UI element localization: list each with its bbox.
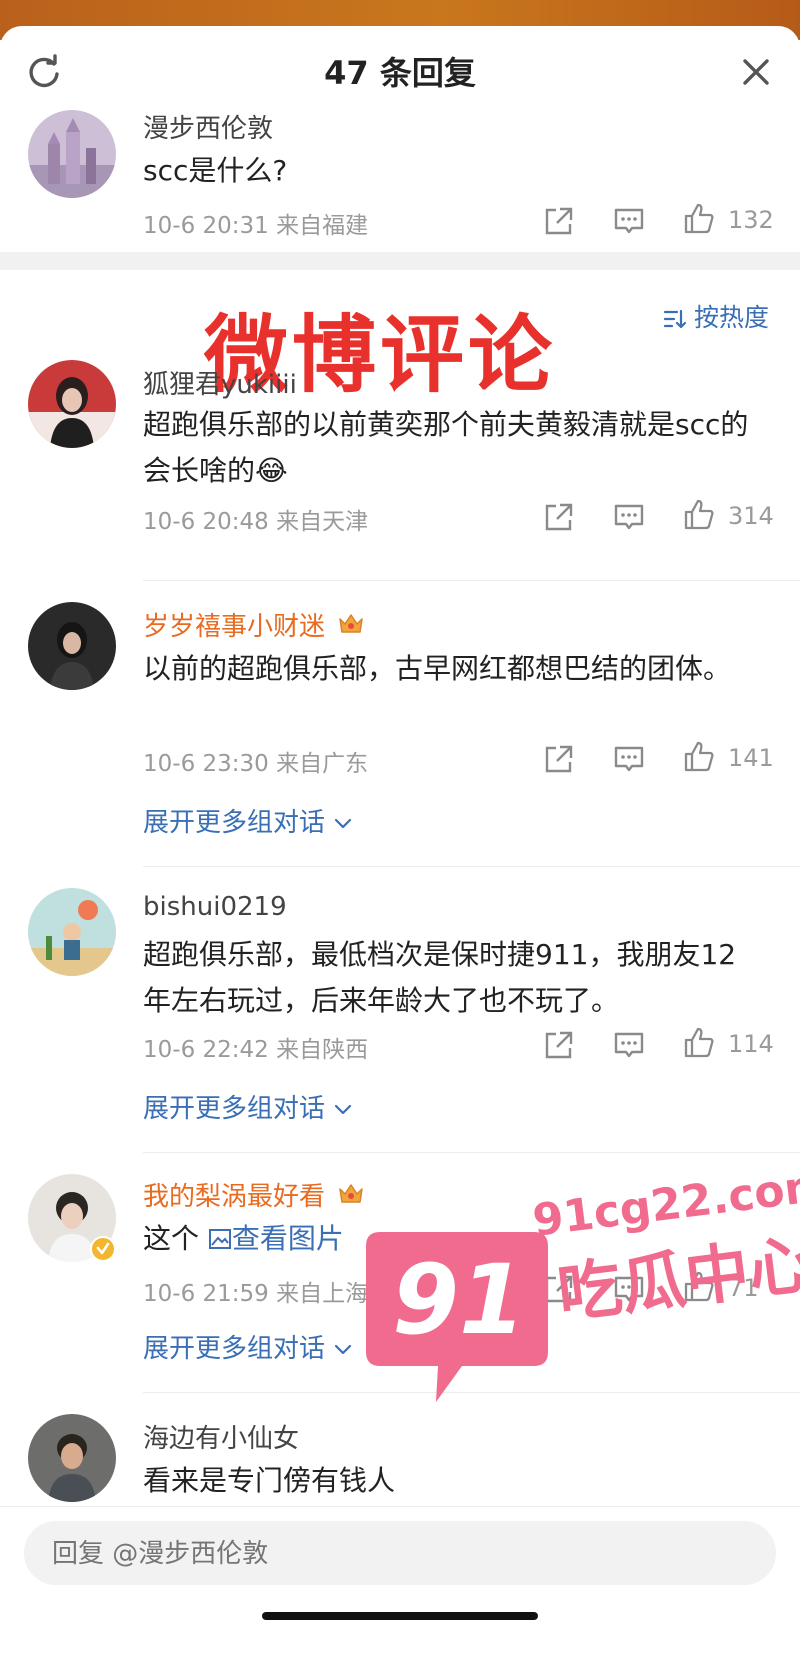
avatar[interactable] [28, 1174, 116, 1262]
like-count: 132 [728, 206, 774, 234]
share-icon[interactable] [542, 500, 576, 534]
chevron-down-icon [335, 818, 352, 829]
share-icon[interactable] [542, 204, 576, 238]
comment-text: 看来是专门傍有钱人 [143, 1464, 396, 1497]
vip-crown-icon [337, 611, 365, 644]
comment-username[interactable]: bishui0219 [143, 892, 287, 922]
divider [143, 580, 800, 581]
page-title: 47 条回复 [324, 54, 476, 92]
comment-text: 以前的超跑俱乐部，古早网红都想巴结的团体。 [143, 652, 732, 685]
expand-conversation-link[interactable]: 展开更多组对话 [143, 802, 353, 839]
comment-text: 超跑俱乐部的以前黄奕那个前夫黄毅清就是scc的会长啥的😂 [143, 402, 753, 494]
divider [143, 866, 800, 867]
comment-username-text: 我的梨涡最好看 [143, 1182, 326, 1212]
view-image-link[interactable]: 查看图片 [208, 1222, 344, 1255]
like-count: 114 [728, 1030, 774, 1058]
like-icon[interactable] [682, 498, 716, 532]
comment-text: 超跑俱乐部，最低档次是保时捷911，我朋友12年左右玩过，后来年龄大了也不玩了。 [143, 938, 737, 1017]
comment-meta: 10-6 21:59 来自上海 [143, 1281, 369, 1307]
vip-crown-icon [337, 1181, 365, 1214]
expand-label: 展开更多组对话 [143, 808, 326, 838]
like-count: 314 [728, 502, 774, 530]
laugh-emoji: 😂 [255, 454, 288, 487]
comment-meta: 10-6 23:30 来自广东 [143, 751, 369, 777]
avatar[interactable] [28, 360, 116, 448]
replies-sheet: 47 条回复 漫步西伦敦 scc是什么? 10-6 20:31 来自福建 132… [0, 26, 800, 1665]
watermark-number: 91 [392, 1244, 526, 1356]
sheet-header: 47 条回复 [0, 26, 800, 118]
share-icon[interactable] [542, 1028, 576, 1062]
like-icon[interactable] [682, 202, 716, 236]
comment-meta: 10-6 20:48 来自天津 [143, 509, 369, 535]
comment-meta: 10-6 22:42 来自陕西 [143, 1037, 369, 1063]
image-icon [208, 1229, 231, 1249]
expand-label: 展开更多组对话 [143, 1094, 326, 1124]
input-area-divider [0, 1506, 800, 1507]
comment-icon[interactable] [612, 1028, 646, 1062]
expand-conversation-link[interactable]: 展开更多组对话 [143, 1328, 353, 1365]
like-icon[interactable] [682, 740, 716, 774]
divider [143, 1152, 800, 1153]
avatar[interactable] [28, 602, 116, 690]
comment-text: scc是什么? [143, 154, 288, 187]
chevron-down-icon [335, 1104, 352, 1115]
comment-username[interactable]: 狐狸君yukiiii [143, 364, 297, 401]
section-divider [0, 252, 800, 270]
sort-button[interactable]: 按热度 [662, 298, 769, 334]
reply-input-container [24, 1521, 776, 1587]
comment-text-body: 这个 [143, 1222, 200, 1255]
comment-meta: 10-6 20:31 来自福建 [143, 213, 369, 239]
like-count: 141 [728, 744, 774, 772]
sort-label: 按热度 [693, 303, 769, 332]
home-indicator[interactable] [262, 1612, 538, 1620]
comment-icon[interactable] [612, 742, 646, 776]
comment-text-body: 超跑俱乐部的以前黄奕那个前夫黄毅清就是scc的会长啥的 [143, 408, 749, 487]
comment-username[interactable]: 我的梨涡最好看 [143, 1176, 365, 1214]
comment-username[interactable]: 岁岁禧事小财迷 [143, 606, 365, 644]
like-icon[interactable] [682, 1026, 716, 1060]
comment-username[interactable]: 海边有小仙女 [143, 1418, 299, 1455]
avatar[interactable] [28, 110, 116, 198]
verified-badge-icon [90, 1236, 116, 1266]
sort-icon [663, 309, 687, 329]
share-icon[interactable] [542, 742, 576, 776]
avatar[interactable] [28, 1414, 116, 1502]
watermark: 91 91cg22.com 吃瓜中心 [366, 1160, 800, 1444]
expand-label: 展开更多组对话 [143, 1334, 326, 1364]
avatar[interactable] [28, 888, 116, 976]
view-image-label: 查看图片 [231, 1222, 344, 1255]
close-icon[interactable] [736, 52, 776, 92]
chevron-down-icon [335, 1344, 352, 1355]
comment-icon[interactable] [612, 204, 646, 238]
comment-icon[interactable] [612, 500, 646, 534]
comment-username-text: 岁岁禧事小财迷 [143, 612, 326, 642]
comment-username[interactable]: 漫步西伦敦 [143, 108, 273, 145]
reply-input[interactable] [50, 1521, 734, 1587]
expand-conversation-link[interactable]: 展开更多组对话 [143, 1088, 353, 1125]
